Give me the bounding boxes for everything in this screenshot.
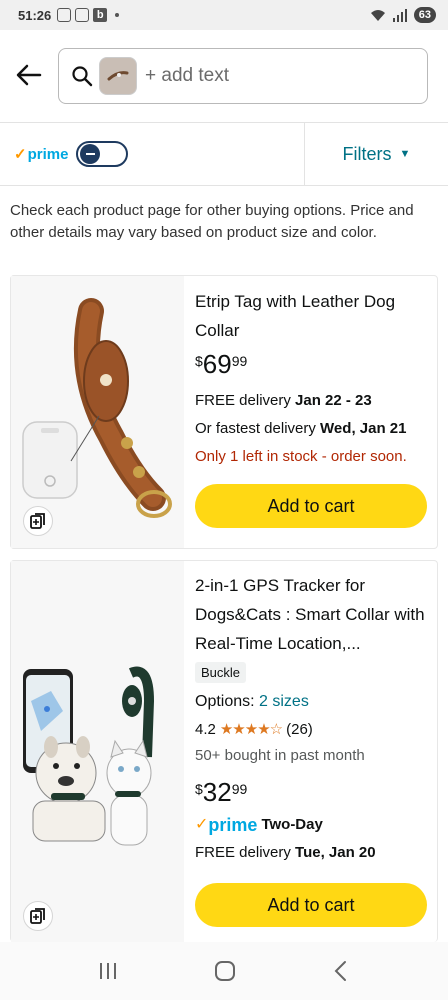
collar-thumbnail-icon <box>107 71 129 81</box>
screenshot-icon <box>75 8 90 22</box>
b-app-icon: b <box>93 8 108 22</box>
rating-count: (26) <box>286 721 313 738</box>
style-badge: Buckle <box>195 662 247 683</box>
prime-speed: Two-Day <box>261 816 323 833</box>
prime-delivery-badge: ✓ prime Two-Day <box>195 811 427 839</box>
price-fraction: 99 <box>231 781 248 797</box>
add-to-cart-button[interactable]: Add to cart <box>195 883 427 927</box>
signal-icon <box>392 8 407 22</box>
delivery-date: Jan 22 - 23 <box>295 392 372 409</box>
battery-indicator: 63 <box>413 7 436 23</box>
price-fraction: 99 <box>231 353 248 369</box>
prime-toggle[interactable] <box>76 141 129 167</box>
prime-label: prime <box>27 145 69 163</box>
product-card[interactable]: Etrip Tag with Leather Dog Collar $ 69 9… <box>10 275 438 549</box>
rating-row[interactable]: 4.2 ★★★★☆ (26) <box>195 717 427 743</box>
stock-warning: Only 1 left in stock - order soon. <box>195 448 407 465</box>
star-rating-icon: ★★★★☆ <box>219 721 283 738</box>
image-query-thumbnail[interactable] <box>99 57 137 95</box>
product-title[interactable]: 2-in-1 GPS Tracker for Dogs&Cats : Smart… <box>195 571 427 658</box>
delivery-line: FREE delivery Tue, Jan 20 <box>195 844 376 861</box>
prime-check-icon: ✓ <box>195 816 209 833</box>
delivery-line: FREE delivery Jan 22 - 23 <box>195 392 372 409</box>
more-notifications-icon <box>115 13 120 17</box>
product-card[interactable]: 2-in-1 GPS Tracker for Dogs&Cats : Smart… <box>10 560 438 942</box>
prime-logo: ✓ prime <box>14 145 69 164</box>
wifi-icon <box>370 9 385 21</box>
search-icon <box>72 66 93 87</box>
filters-label: Filters <box>342 143 392 164</box>
gps-tracker-image <box>23 666 155 846</box>
product-price: $ 69 99 <box>195 349 427 379</box>
search-input[interactable]: + add text <box>145 65 229 87</box>
add-to-cart-button[interactable]: Add to cart <box>195 484 427 528</box>
prime-check-icon: ✓ <box>14 146 27 163</box>
fastest-date: Wed, Jan 21 <box>320 420 407 437</box>
prime-filter: ✓ prime <box>0 123 305 185</box>
product-image[interactable] <box>11 561 184 942</box>
status-time: 51:26 <box>18 7 52 23</box>
product-price: $ 32 99 <box>195 777 427 807</box>
product-info: Etrip Tag with Leather Dog Collar $ 69 9… <box>184 276 437 548</box>
price-currency: $ <box>195 781 203 797</box>
delivery-date: Tue, Jan 20 <box>295 844 376 861</box>
chevron-down-icon: ▼ <box>399 148 411 160</box>
back-icon[interactable] <box>331 959 351 983</box>
sizes-link[interactable]: 2 sizes <box>259 693 309 710</box>
status-notifications: b <box>57 8 120 22</box>
search-box[interactable]: + add text <box>58 48 428 104</box>
fastest-delivery-line: Or fastest delivery Wed, Jan 21 <box>195 420 407 437</box>
search-header: + add text <box>0 30 448 122</box>
bought-count: 50+ bought in past month <box>195 747 365 764</box>
toggle-knob <box>80 144 101 164</box>
recent-apps-icon[interactable] <box>97 961 119 981</box>
price-whole: 32 <box>202 777 232 807</box>
price-whole: 69 <box>202 349 232 379</box>
rating-value: 4.2 <box>195 721 216 738</box>
disclaimer-text: Check each product page for other buying… <box>10 202 414 241</box>
options-line: Options: 2 sizes <box>195 693 309 710</box>
prime-label: prime <box>208 815 258 835</box>
product-title[interactable]: Etrip Tag with Leather Dog Collar <box>195 287 427 345</box>
system-nav-bar <box>0 942 448 1000</box>
filters-button[interactable]: Filters ▼ <box>305 123 448 185</box>
filter-row: ✓ prime Filters ▼ <box>0 122 448 186</box>
back-arrow-icon[interactable] <box>14 60 44 90</box>
status-bar: 51:26 b 63 <box>0 0 448 30</box>
product-image[interactable] <box>11 276 184 548</box>
home-icon[interactable] <box>213 959 237 983</box>
notification-icon <box>57 8 72 22</box>
price-currency: $ <box>195 353 203 369</box>
compare-icon[interactable] <box>23 506 53 536</box>
compare-icon[interactable] <box>23 901 53 931</box>
product-info: 2-in-1 GPS Tracker for Dogs&Cats : Smart… <box>184 561 437 942</box>
